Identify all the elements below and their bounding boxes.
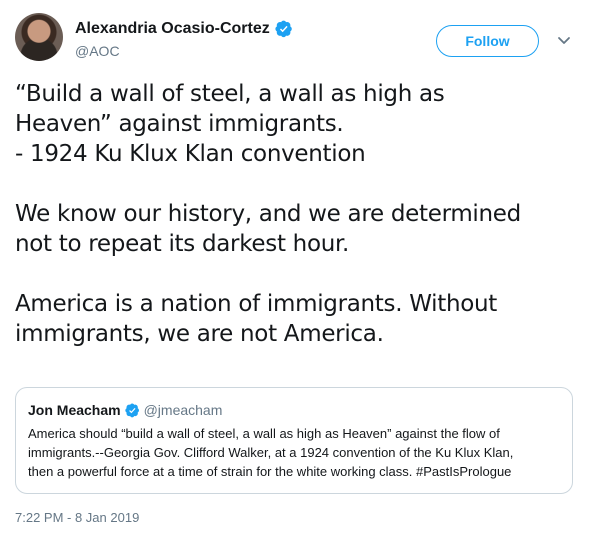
quoted-tweet-line: America should “build a wall of steel, a… (28, 426, 500, 441)
follow-button[interactable]: Follow (436, 25, 539, 57)
quoted-tweet-text: America should “build a wall of steel, a… (28, 424, 563, 481)
tweet-line: not to repeat its darkest hour. (15, 231, 350, 257)
verified-badge-icon (275, 20, 292, 38)
author-name-row: Alexandria Ocasio-Cortez (75, 20, 293, 38)
chevron-down-icon[interactable] (556, 32, 572, 48)
tweet-line: America is a nation of immigrants. Witho… (15, 291, 498, 317)
tweet-text: “Build a wall of steel, a wall as high a… (15, 79, 580, 349)
tweet-card: Alexandria Ocasio-Cortez @AOC Follow “Bu… (0, 0, 592, 535)
quoted-tweet[interactable]: Jon Meacham @jmeacham America should “bu… (15, 387, 573, 494)
tweet-line: “Build a wall of steel, a wall as high a… (15, 81, 445, 107)
quoted-author-handle: @jmeacham (143, 402, 223, 418)
quoted-tweet-line: immigrants.--Georgia Gov. Clifford Walke… (28, 445, 514, 460)
tweet-line: We know our history, and we are determin… (15, 201, 521, 227)
author-display-name[interactable]: Alexandria Ocasio-Cortez (75, 20, 270, 38)
quoted-tweet-header: Jon Meacham @jmeacham (28, 402, 222, 418)
tweet-line: Heaven” against immigrants. (15, 111, 344, 137)
author-handle[interactable]: @AOC (75, 43, 120, 59)
verified-badge-icon (124, 403, 139, 417)
tweet-line: - 1924 Ku Klux Klan convention (15, 141, 366, 167)
quoted-tweet-line: then a powerful force at a time of strai… (28, 464, 512, 479)
quoted-author-name: Jon Meacham (28, 402, 121, 418)
tweet-line: immigrants, we are not America. (15, 321, 384, 347)
avatar[interactable] (15, 13, 63, 61)
tweet-timestamp[interactable]: 7:22 PM - 8 Jan 2019 (15, 510, 139, 525)
